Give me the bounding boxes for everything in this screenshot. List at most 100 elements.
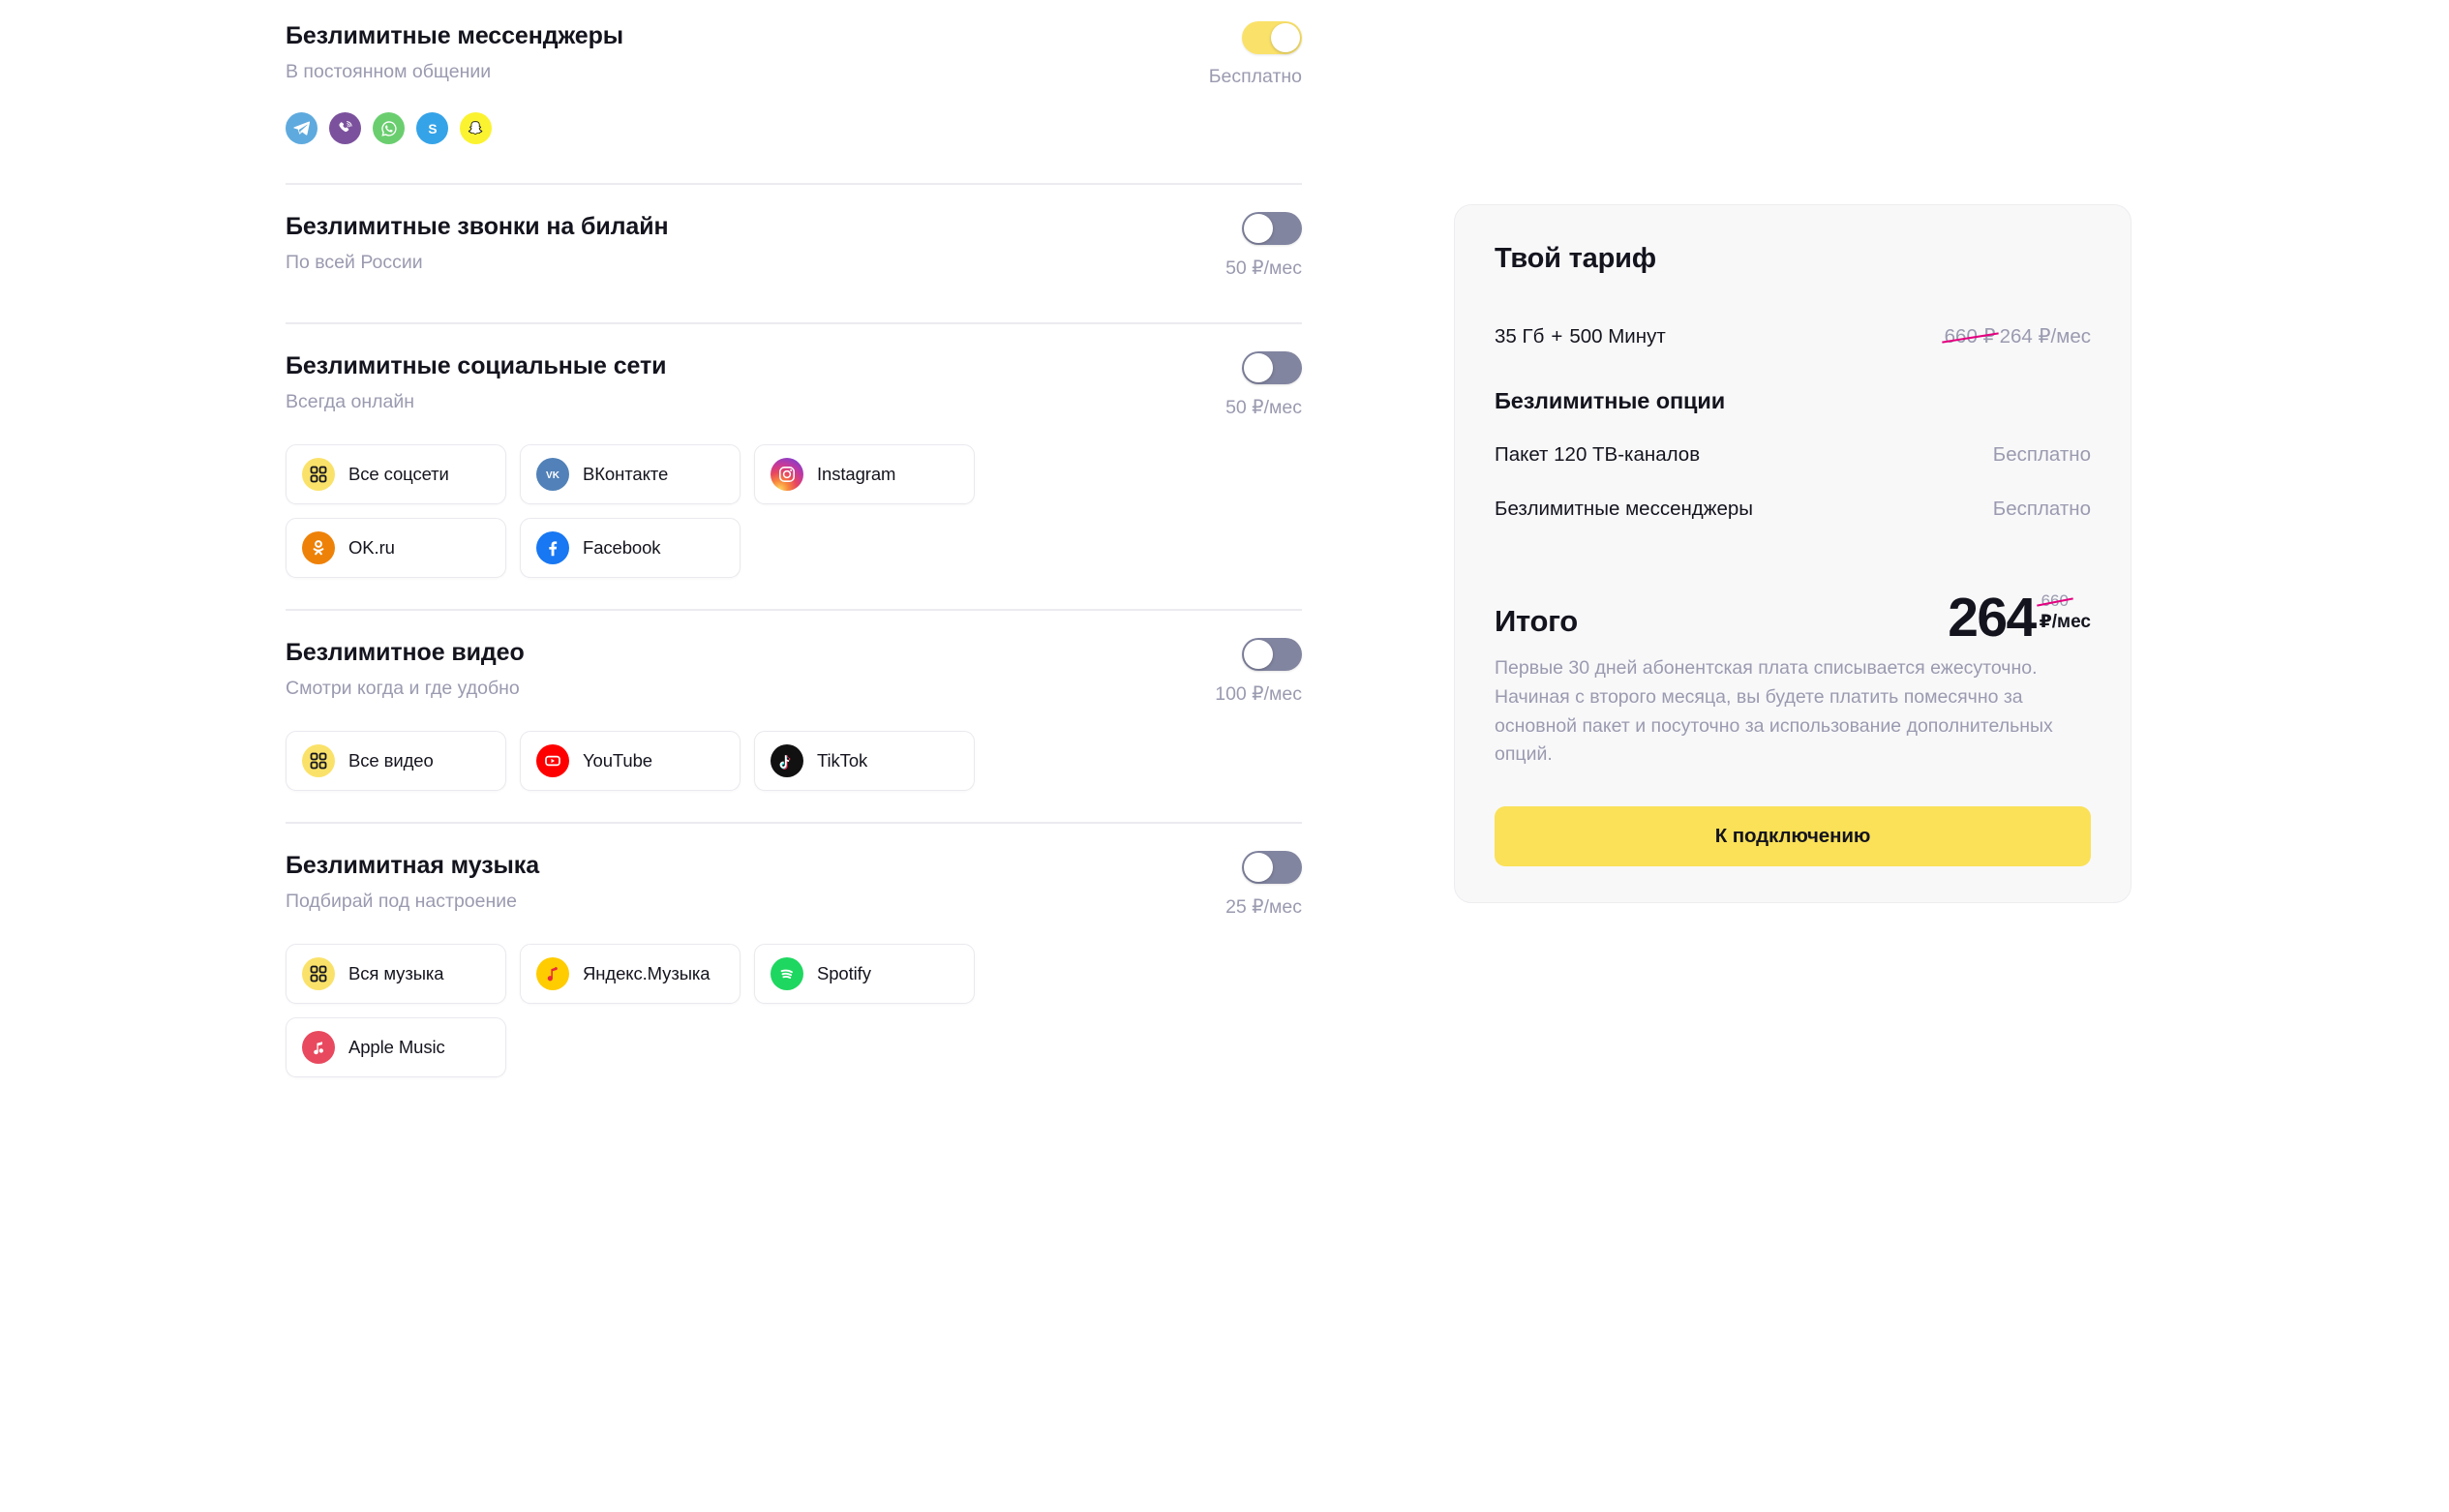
- options-list: Безлимитные мессенджеры В постоянном общ…: [286, 0, 1302, 1081]
- chip-label: Вся музыка: [348, 963, 444, 984]
- option-header-social: Безлимитные социальные сети Всегда онлай…: [286, 324, 1302, 419]
- plan-plus: +: [1544, 325, 1569, 348]
- included-option-row: Безлимитные мессенджеры Бесплатно: [1495, 498, 2091, 521]
- apple-music-icon: [302, 1031, 335, 1064]
- option-price: 25 ₽/мес: [1225, 895, 1302, 919]
- total-period: ₽/мес: [2040, 613, 2091, 631]
- messenger-icon-strip: S: [286, 112, 1302, 156]
- toggle-knob: [1244, 853, 1273, 882]
- chip-label: Все видео: [348, 750, 434, 771]
- instagram-icon: [771, 458, 803, 491]
- viber-icon[interactable]: [329, 112, 361, 144]
- option-controls: 50 ₽/мес: [1157, 351, 1302, 419]
- music-chip-grid: Вся музыка Яндекс.Музыка Spotify: [286, 944, 983, 1081]
- total-amount: 264: [1948, 592, 2035, 643]
- toggle-messengers[interactable]: [1242, 21, 1302, 54]
- page-root: Безлимитные мессенджеры В постоянном общ…: [0, 0, 2449, 1512]
- spacer: [286, 280, 1302, 295]
- chip-label: TikTok: [817, 750, 867, 771]
- chip-facebook[interactable]: Facebook: [520, 518, 741, 578]
- chip-label: ВКонтакте: [583, 464, 668, 485]
- chip-vkontakte[interactable]: VK ВКонтакте: [520, 444, 741, 504]
- all-grid-icon: [302, 957, 335, 990]
- included-option-row: Пакет 120 ТВ-каналов Бесплатно: [1495, 443, 2091, 467]
- skype-icon[interactable]: S: [416, 112, 448, 144]
- plan-price: 660 ₽264 ₽/мес: [1945, 324, 2091, 348]
- option-header-video: Безлимитное видео Смотри когда и где удо…: [286, 611, 1302, 706]
- all-grid-icon: [302, 744, 335, 777]
- toggle-knob: [1244, 353, 1273, 382]
- total-label: Итого: [1495, 592, 1578, 636]
- svg-text:S: S: [428, 122, 437, 136]
- option-controls: 100 ₽/мес: [1157, 638, 1302, 706]
- chip-tiktok[interactable]: TikTok: [754, 731, 975, 791]
- total-units: 660 ₽/мес: [2040, 592, 2091, 631]
- toggle-calls[interactable]: [1242, 212, 1302, 245]
- social-chip-grid: Все соцсети VK ВКонтакте Instagram: [286, 444, 983, 582]
- included-option-value: Бесплатно: [1993, 498, 2091, 521]
- chip-all-social[interactable]: Все соцсети: [286, 444, 506, 504]
- tiktok-icon: [771, 744, 803, 777]
- telegram-icon[interactable]: [286, 112, 317, 144]
- chip-okru[interactable]: OK.ru: [286, 518, 506, 578]
- total-note: Первые 30 дней абонентская плата списыва…: [1495, 654, 2091, 770]
- option-texts: Безлимитная музыка Подбирай под настроен…: [286, 851, 539, 913]
- chip-label: Instagram: [817, 464, 895, 485]
- youtube-icon: [536, 744, 569, 777]
- plan-old-price: 660 ₽: [1945, 324, 1996, 348]
- plan-description: 35 Гб+500 Минут: [1495, 325, 1666, 348]
- odnoklassniki-icon: [302, 531, 335, 564]
- spotify-icon: [771, 957, 803, 990]
- option-subtitle: В постоянном общении: [286, 61, 623, 83]
- option-header-messengers: Безлимитные мессенджеры В постоянном общ…: [286, 0, 1302, 88]
- option-title: Безлимитные звонки на билайн: [286, 212, 669, 241]
- vk-icon: VK: [536, 458, 569, 491]
- option-header-music: Безлимитная музыка Подбирай под настроен…: [286, 824, 1302, 919]
- snapchat-icon[interactable]: [460, 112, 492, 144]
- connect-button[interactable]: К подключению: [1495, 806, 2091, 866]
- tariff-summary-card: Твой тариф 35 Гб+500 Минут 660 ₽264 ₽/ме…: [1454, 204, 2132, 903]
- option-title: Безлимитное видео: [286, 638, 525, 667]
- option-block-calls: Безлимитные звонки на билайн По всей Рос…: [286, 185, 1302, 324]
- chip-label: Все соцсети: [348, 464, 449, 485]
- included-option-name: Безлимитные мессенджеры: [1495, 498, 1753, 521]
- option-block-social: Безлимитные социальные сети Всегда онлай…: [286, 324, 1302, 611]
- chip-label: OK.ru: [348, 537, 395, 559]
- option-block-video: Безлимитное видео Смотри когда и где удо…: [286, 611, 1302, 824]
- chip-instagram[interactable]: Instagram: [754, 444, 975, 504]
- whatsapp-icon[interactable]: [373, 112, 405, 144]
- chip-youtube[interactable]: YouTube: [520, 731, 741, 791]
- all-grid-icon: [302, 458, 335, 491]
- toggle-music[interactable]: [1242, 851, 1302, 884]
- chip-label: Apple Music: [348, 1037, 445, 1058]
- option-subtitle: Подбирай под настроение: [286, 891, 539, 913]
- option-controls: 50 ₽/мес: [1157, 212, 1302, 280]
- toggle-social[interactable]: [1242, 351, 1302, 384]
- chip-spotify[interactable]: Spotify: [754, 944, 975, 1004]
- total-price: 264 660 ₽/мес: [1948, 592, 2091, 643]
- option-price: 100 ₽/мес: [1215, 682, 1302, 706]
- total-block: Итого 264 660 ₽/мес: [1495, 592, 2091, 643]
- option-title: Безлимитные социальные сети: [286, 351, 666, 380]
- plan-new-price: 264 ₽/мес: [2000, 325, 2091, 348]
- option-subtitle: Смотри когда и где удобно: [286, 678, 525, 700]
- chip-yandex-music[interactable]: Яндекс.Музыка: [520, 944, 741, 1004]
- chip-all-music[interactable]: Вся музыка: [286, 944, 506, 1004]
- chip-apple-music[interactable]: Apple Music: [286, 1017, 506, 1077]
- option-price: 50 ₽/мес: [1225, 396, 1302, 419]
- option-block-music: Безлимитная музыка Подбирай под настроен…: [286, 824, 1302, 1081]
- option-subtitle: По всей России: [286, 252, 669, 274]
- included-option-name: Пакет 120 ТВ-каналов: [1495, 443, 1700, 467]
- svg-text:VK: VK: [546, 470, 560, 481]
- chip-label: Facebook: [583, 537, 660, 559]
- plan-minutes: 500 Минут: [1569, 325, 1665, 348]
- card-options-heading: Безлимитные опции: [1495, 388, 2091, 414]
- total-old-amount: 660: [2040, 592, 2071, 609]
- option-texts: Безлимитное видео Смотри когда и где удо…: [286, 638, 525, 700]
- toggle-knob: [1271, 23, 1300, 52]
- plan-row: 35 Гб+500 Минут 660 ₽264 ₽/мес: [1495, 324, 2091, 348]
- option-texts: Безлимитные мессенджеры В постоянном общ…: [286, 21, 623, 83]
- option-header-calls: Безлимитные звонки на билайн По всей Рос…: [286, 185, 1302, 280]
- chip-all-video[interactable]: Все видео: [286, 731, 506, 791]
- toggle-video[interactable]: [1242, 638, 1302, 671]
